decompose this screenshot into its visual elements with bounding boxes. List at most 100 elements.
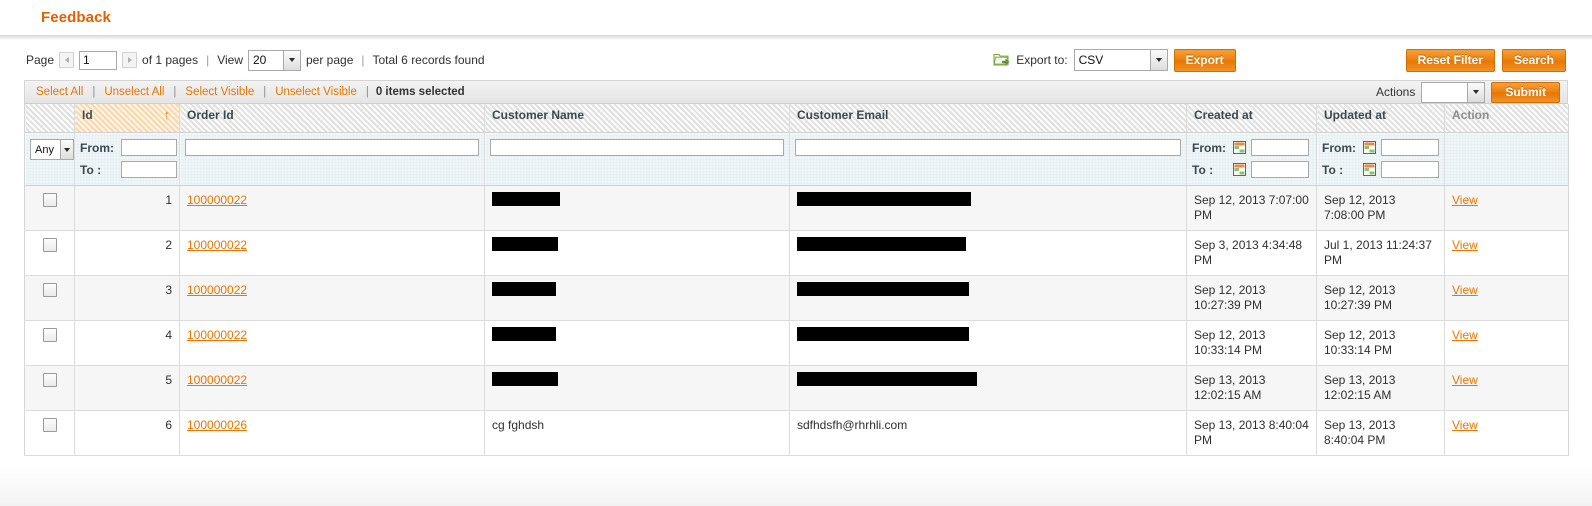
select-all-link[interactable]: Select All (34, 86, 85, 98)
submit-button[interactable]: Submit (1491, 81, 1560, 103)
pager-separator-1: | (206, 53, 210, 67)
row-customer-email-cell (789, 320, 1187, 366)
updated-from-input[interactable] (1381, 139, 1439, 156)
created-from-input[interactable] (1251, 139, 1309, 156)
order-id-link[interactable]: 100000026 (187, 418, 247, 432)
row-checkbox-cell[interactable] (24, 320, 75, 366)
row-id-cell: 1 (74, 185, 180, 231)
export-format-value: CSV (1078, 53, 1104, 67)
view-link[interactable]: View (1452, 373, 1478, 387)
export-button[interactable]: Export (1173, 48, 1236, 72)
of-pages-label: of 1 pages (142, 53, 199, 67)
view-link[interactable]: View (1452, 283, 1478, 297)
row-checkbox[interactable] (42, 283, 57, 297)
row-id-cell: 4 (74, 320, 180, 366)
order-id-link[interactable]: 100000022 (187, 373, 247, 387)
page-number-input[interactable] (79, 50, 118, 70)
calendar-icon[interactable] (1363, 141, 1376, 154)
order-id-link[interactable]: 100000022 (187, 328, 247, 342)
row-customer-name-cell (484, 275, 790, 321)
row-id-cell: 2 (74, 230, 180, 276)
id-from-line: From: (80, 139, 177, 156)
row-created-at-cell: Sep 12, 2013 7:07:00 PM (1186, 185, 1317, 231)
order-id-link[interactable]: 100000022 (187, 238, 247, 252)
customer-name-filter-input[interactable] (490, 139, 784, 156)
row-customer-email-cell (789, 230, 1187, 276)
row-checkbox-cell[interactable] (24, 410, 75, 456)
calendar-icon[interactable] (1233, 141, 1246, 154)
column-header-created-at[interactable]: Created at (1186, 104, 1317, 133)
updated-from-line: From: (1322, 139, 1439, 156)
row-checkbox[interactable] (42, 238, 57, 252)
previous-page-button[interactable] (59, 52, 75, 68)
column-header-id[interactable]: Id ↑ (74, 104, 180, 133)
order-id-link[interactable]: 100000022 (187, 193, 247, 207)
filter-cell-order-id (179, 132, 485, 186)
view-link[interactable]: View (1452, 328, 1478, 342)
row-checkbox[interactable] (42, 418, 57, 432)
export-folder-icon (993, 54, 1010, 66)
view-link[interactable]: View (1452, 193, 1478, 207)
select-visible-link[interactable]: Select Visible (183, 86, 256, 98)
id-from-input[interactable] (121, 139, 177, 156)
export-format-select[interactable]: CSV (1073, 49, 1168, 71)
table-row[interactable]: 1 100000022 Sep 12, 2013 7:07:00 PM Sep 12,… (24, 185, 1569, 231)
row-checkbox[interactable] (42, 193, 57, 207)
unselect-visible-link[interactable]: Unselect Visible (273, 86, 359, 98)
checkbox-filter-select[interactable]: Any (30, 139, 74, 160)
column-header-customer-email[interactable]: Customer Email (789, 104, 1187, 133)
row-checkbox[interactable] (42, 328, 57, 342)
table-row[interactable]: 2 100000022 Sep 3, 2013 4:34:48 PM Jul 1, 2… (24, 230, 1569, 276)
row-checkbox-cell[interactable] (24, 230, 75, 276)
row-customer-email-cell (789, 275, 1187, 321)
chevron-down-icon (283, 50, 300, 70)
filter-cell-created-at: From: To : (1186, 132, 1317, 186)
row-customer-name-cell (484, 185, 790, 231)
massaction-separator-3: | (263, 86, 267, 98)
column-header-updated-at[interactable]: Updated at (1316, 104, 1445, 133)
customer-email-value: sdfhdsfh@rhrhli.com (797, 418, 908, 432)
redaction-bar (797, 282, 969, 296)
row-checkbox-cell[interactable] (24, 365, 75, 411)
search-button[interactable]: Search (1501, 48, 1566, 72)
created-to-input[interactable] (1251, 161, 1309, 178)
next-page-button[interactable] (122, 52, 138, 68)
column-header-id-label: Id (82, 108, 93, 122)
updated-to-input[interactable] (1381, 161, 1439, 178)
row-checkbox-cell[interactable] (24, 275, 75, 321)
row-checkbox[interactable] (42, 373, 57, 387)
view-link[interactable]: View (1452, 238, 1478, 252)
calendar-icon[interactable] (1363, 163, 1376, 176)
grid-filter-row: Any From: To : From: To: From: To: (24, 132, 1569, 186)
column-header-order-id[interactable]: Order Id (179, 104, 485, 133)
actions-select[interactable] (1421, 81, 1486, 103)
column-header-customer-name[interactable]: Customer Name (484, 104, 790, 133)
per-page-select[interactable]: 20 (248, 49, 301, 71)
customer-email-filter-input[interactable] (795, 139, 1181, 156)
id-to-input[interactable] (121, 161, 177, 178)
content-header: Feedback (24, 0, 1568, 26)
grid-header: Id ↑ Order Id Customer Name Customer Ema… (24, 104, 1569, 186)
table-row[interactable]: 3 100000022 Sep 12, 2013 10:27:39 PM Sep 12… (24, 275, 1569, 321)
row-checkbox-cell[interactable] (24, 185, 75, 231)
order-id-link[interactable]: 100000022 (187, 283, 247, 297)
unselect-all-link[interactable]: Unselect All (102, 86, 166, 98)
massaction-separator-1: | (92, 86, 96, 98)
table-row[interactable]: 6 100000026 cg fghdsh sdfhdsfh@rhrhli.com Se… (24, 410, 1569, 456)
row-updated-at-cell: Sep 12, 2013 10:33:14 PM (1316, 320, 1445, 366)
customer-name-value: cg fghdsh (492, 418, 545, 432)
massaction-separator-4: | (365, 86, 369, 98)
calendar-icon[interactable] (1233, 163, 1246, 176)
filter-cell-customer-email (789, 132, 1187, 186)
redaction-bar (797, 372, 977, 386)
filter-cell-action (1444, 132, 1569, 186)
row-order-id-cell: 100000022 (179, 320, 485, 366)
view-link[interactable]: View (1452, 418, 1478, 432)
redaction-bar (797, 192, 971, 206)
order-id-filter-input[interactable] (185, 139, 479, 156)
row-created-at-cell: Sep 12, 2013 10:27:39 PM (1186, 275, 1317, 321)
table-row[interactable]: 5 100000022 Sep 13, 2013 12:02:15 AM Sep 13… (24, 365, 1569, 411)
filter-cell-id: From: To : (74, 132, 180, 186)
table-row[interactable]: 4 100000022 Sep 12, 2013 10:33:14 PM Sep 12… (24, 320, 1569, 366)
reset-filter-button[interactable]: Reset Filter (1405, 48, 1495, 72)
